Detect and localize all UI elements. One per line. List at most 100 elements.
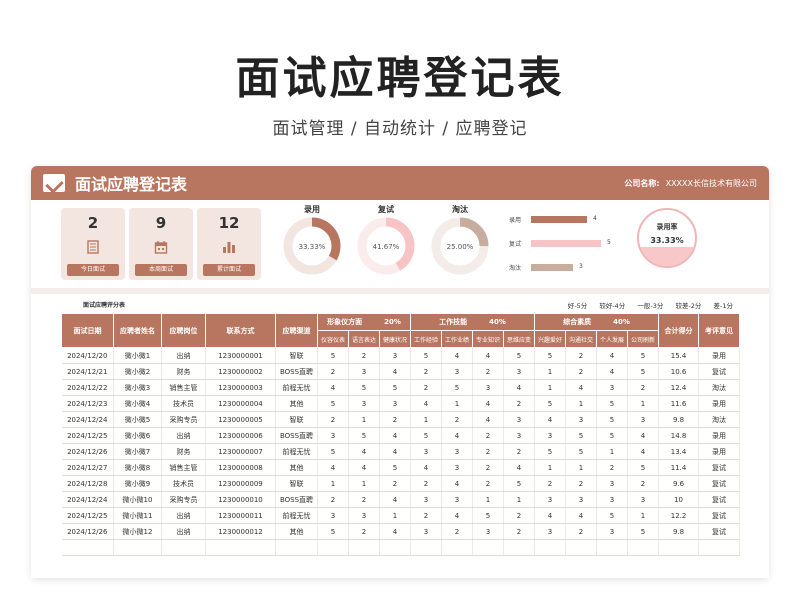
table-cell: 5 (317, 347, 349, 364)
table-cell: 12.2 (658, 507, 700, 524)
table-cell: 2024/12/24 (61, 411, 114, 428)
table-cell: 4 (441, 475, 473, 492)
table-row-empty[interactable] (61, 539, 741, 556)
table-row[interactable]: 2024/12/27 微小微8 销售主管 1230000008 其他 4 4 5 4 3 2 4 1 1 2… (61, 459, 741, 476)
score-table-area: 面试应聘评分表 好-5分 较好-4分 一般-3分 较差-2分 差-1分 面试日期… (31, 294, 769, 578)
table-cell: 2 (565, 363, 598, 380)
table-cell: 5 (503, 347, 536, 364)
stats-panel: 2 今日面试 9 本周面试 12 累计面试 录用 33.33% 复试 41.67… (31, 200, 769, 288)
table-cell: 3 (565, 491, 598, 508)
table-cell: 1 (348, 411, 380, 428)
sub-header: 专业知识 (472, 330, 504, 348)
legend-item: 一般-3分 (637, 302, 664, 310)
table-row[interactable]: 2024/12/20 微小微1 出纳 1230000001 智联 5 2 3 5 4 4 5 5 2 4 5 1… (61, 347, 741, 364)
table-cell: 5 (317, 443, 349, 460)
table-cell: 1230000008 (205, 459, 276, 476)
table-cell (698, 539, 741, 556)
table-cell: 5 (565, 427, 598, 444)
table-cell: 出纳 (161, 507, 206, 524)
table-cell: 1 (503, 491, 536, 508)
donut-second-round: 复试 41.67% (355, 204, 417, 281)
table-cell: 复试 (698, 363, 741, 380)
donut-title: 淘汰 (452, 205, 468, 214)
table-cell: 5 (317, 395, 349, 412)
bar-chart-icon (223, 242, 235, 253)
table-cell: 录用 (698, 443, 741, 460)
table-cell: 10 (658, 491, 700, 508)
table-cell: 3 (348, 507, 380, 524)
table-cell: 2 (503, 507, 536, 524)
table-cell: 2 (565, 347, 598, 364)
table-cell: 1230000003 (205, 379, 276, 396)
score-table: 面试日期 应聘者姓名 应聘岗位 联系方式 应聘渠道 形象仪方面 20% 工作技能 4… (61, 313, 741, 556)
table-cell: 4 (565, 379, 598, 396)
hero-title: 面试应聘登记表 (235, 53, 565, 104)
table-cell: 5 (596, 395, 629, 412)
table-cell: 3 (410, 443, 442, 460)
table-cell: 2 (565, 523, 598, 540)
stat-label: 本周面试 (135, 264, 187, 276)
table-cell: 2 (503, 443, 536, 460)
table-cell: 5 (534, 347, 567, 364)
legend-item: 较差-2分 (675, 302, 702, 310)
group-header: 形象仪方面 20% (317, 313, 411, 331)
table-cell: 2 (317, 491, 349, 508)
bar (531, 240, 601, 247)
group-pct: 20% (384, 318, 401, 326)
table-cell: 3 (596, 523, 629, 540)
table-cell: BOSS直聘 (275, 427, 318, 444)
stat-label: 累计面试 (203, 264, 255, 276)
donut-value: 41.67% (373, 243, 400, 251)
table-cell: 录用 (698, 395, 741, 412)
table-cell: 1 (627, 507, 660, 524)
donut-chart-second-round: 41.67% (357, 217, 415, 275)
table-row[interactable]: 2024/12/26 微小微12 出纳 1230000012 其他 5 2 4 3 2 3 2 3 2 3 5… (61, 523, 741, 540)
table-cell: 4 (565, 507, 598, 524)
legend-item: 差-1分 (713, 302, 733, 310)
table-cell: 技术员 (161, 395, 206, 412)
table-row[interactable]: 2024/12/26 微小微7 财务 1230000007 前程无忧 5 4 4 3 3 2 2 5 5 1… (61, 443, 741, 460)
table-cell: 1 (596, 443, 629, 460)
table-cell: 1230000007 (205, 443, 276, 460)
table-cell: 1 (317, 475, 349, 492)
table-cell: 2024/12/26 (61, 443, 114, 460)
table-cell: 3 (627, 491, 660, 508)
table-cell: 5 (348, 427, 380, 444)
table-cell: 2 (441, 411, 473, 428)
table-row[interactable]: 2024/12/24 微小微5 采购专员 1230000005 智联 2 1 2 1 2 4 3 4 3 5… (61, 411, 741, 428)
table-cell (534, 539, 567, 556)
table-row[interactable]: 2024/12/24 微小微10 采购专员 1230000010 BOSS直聘 2 2 4 3 3… (61, 491, 741, 508)
table-cell: 智联 (275, 475, 318, 492)
table-cell: 9.8 (658, 523, 700, 540)
hire-rate-gauge: 录用率 33.33% (637, 208, 697, 268)
table-row[interactable]: 2024/12/21 微小微2 财务 1230000002 BOSS直聘 2 3 4 2 3 2 3 1… (61, 363, 741, 380)
table-row[interactable]: 2024/12/23 微小微4 技术员 1230000004 其他 5 3 3 4 1 4 2 5 1 5 1… (61, 395, 741, 412)
table-row[interactable]: 2024/12/22 微小微3 销售主管 1230000003 前程无忧 4 5 5 2 5 3 4 1… (61, 379, 741, 396)
table-cell: 3 (410, 523, 442, 540)
table-cell (317, 539, 349, 556)
table-cell: 3 (379, 395, 411, 412)
table-row[interactable]: 2024/12/25 微小微11 出纳 1230000011 前程无忧 3 3 1 2 4 5 2 4 4… (61, 507, 741, 524)
result-bar-chart: 录用 4 复试 5 淘汰 3 (509, 212, 619, 284)
table-cell: 4 (596, 363, 629, 380)
table-cell: 5 (441, 379, 473, 396)
table-cell: 4 (379, 491, 411, 508)
sub-header: 健康状况 (379, 330, 411, 348)
table-cell: 4 (379, 427, 411, 444)
table-row[interactable]: 2024/12/28 微小微9 技术员 1230000009 智联 1 1 2 2 4 2 5 2 2 3 2… (61, 475, 741, 492)
table-cell: 3 (534, 427, 567, 444)
donut-eliminated: 淘汰 25.00% (429, 204, 491, 281)
table-cell: 1 (565, 395, 598, 412)
table-cell: 复试 (698, 507, 741, 524)
table-cell: 2 (317, 411, 349, 428)
table-cell: 复试 (698, 523, 741, 540)
company-name: XXXXX长信技术有限公司 (665, 178, 757, 188)
table-cell: 财务 (161, 443, 206, 460)
table-cell: 出纳 (161, 523, 206, 540)
column-header: 面试日期 (61, 313, 114, 348)
table-cell: 2 (472, 459, 504, 476)
table-row[interactable]: 2024/12/25 微小微6 出纳 1230000006 BOSS直聘 3 5 4 5 4 2 3 3… (61, 427, 741, 444)
donut-value: 25.00% (447, 243, 474, 251)
table-cell: 1 (472, 491, 504, 508)
company-label: 公司名称: (624, 178, 660, 188)
